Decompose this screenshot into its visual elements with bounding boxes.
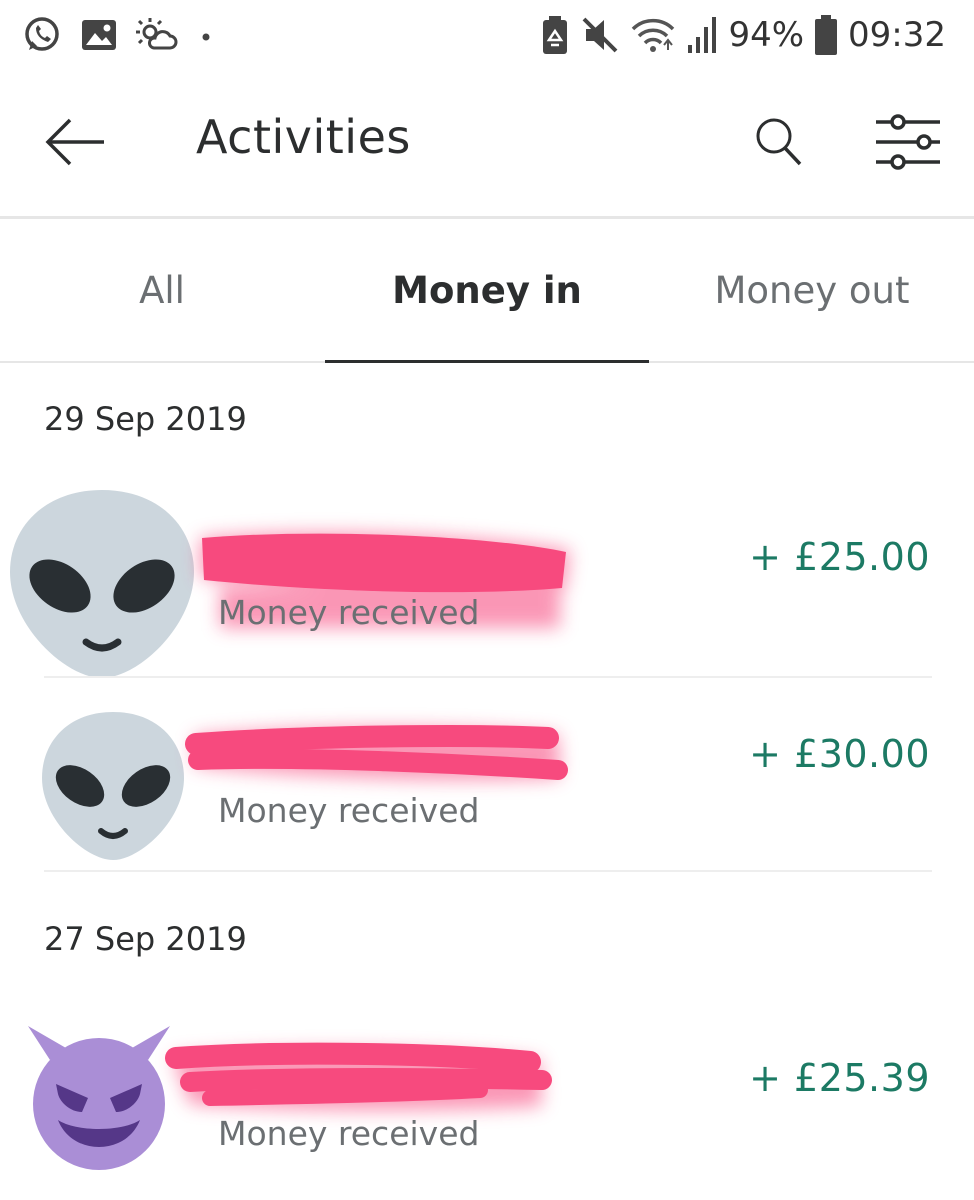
- date-header: 29 Sep 2019: [44, 400, 247, 438]
- alien-avatar-icon: [8, 486, 196, 686]
- search-icon: [750, 118, 810, 178]
- status-bar: 94% 09:32: [0, 0, 974, 72]
- tab-money-out[interactable]: Money out: [650, 219, 974, 361]
- dot-icon: [196, 25, 216, 45]
- row-divider: [44, 676, 932, 678]
- page-title: Activities: [196, 110, 411, 164]
- transaction-amount: + £25.39: [749, 1056, 930, 1100]
- filter-button[interactable]: [872, 108, 944, 176]
- tab-all[interactable]: All: [0, 219, 324, 361]
- whatsapp-icon: [22, 15, 62, 55]
- wifi-icon: [630, 15, 676, 55]
- battery-saver-icon: [540, 14, 570, 56]
- battery-icon: [814, 14, 838, 56]
- tab-money-in[interactable]: Money in: [325, 219, 649, 363]
- system-icons: 94% 09:32: [540, 12, 946, 58]
- row-divider: [44, 870, 932, 872]
- back-arrow-icon: [40, 118, 112, 176]
- transaction-amount: + £30.00: [749, 732, 930, 776]
- mute-icon: [580, 15, 620, 55]
- app-bar: Activities: [0, 72, 974, 219]
- tab-bar: All Money in Money out: [0, 219, 974, 363]
- date-header: 27 Sep 2019: [44, 920, 247, 958]
- alien-avatar-icon: [40, 708, 186, 868]
- battery-percent: 94%: [728, 15, 805, 55]
- notification-icons: [22, 14, 216, 56]
- gallery-icon: [80, 18, 118, 52]
- weather-icon: [136, 16, 178, 54]
- transaction-description: Money received: [218, 593, 480, 632]
- search-button[interactable]: [750, 110, 810, 174]
- clock: 09:32: [848, 15, 946, 55]
- transaction-description: Money received: [218, 791, 480, 830]
- signal-icon: [686, 15, 718, 55]
- transaction-row[interactable]: Money received + £25.00: [0, 480, 974, 678]
- transaction-row[interactable]: Money received + £25.39: [0, 1000, 974, 1190]
- filter-sliders-icon: [872, 114, 944, 180]
- transaction-row[interactable]: Money received + £30.00: [0, 680, 974, 870]
- back-button[interactable]: [40, 112, 112, 172]
- transaction-amount: + £25.00: [749, 535, 930, 579]
- transaction-description: Money received: [218, 1114, 480, 1153]
